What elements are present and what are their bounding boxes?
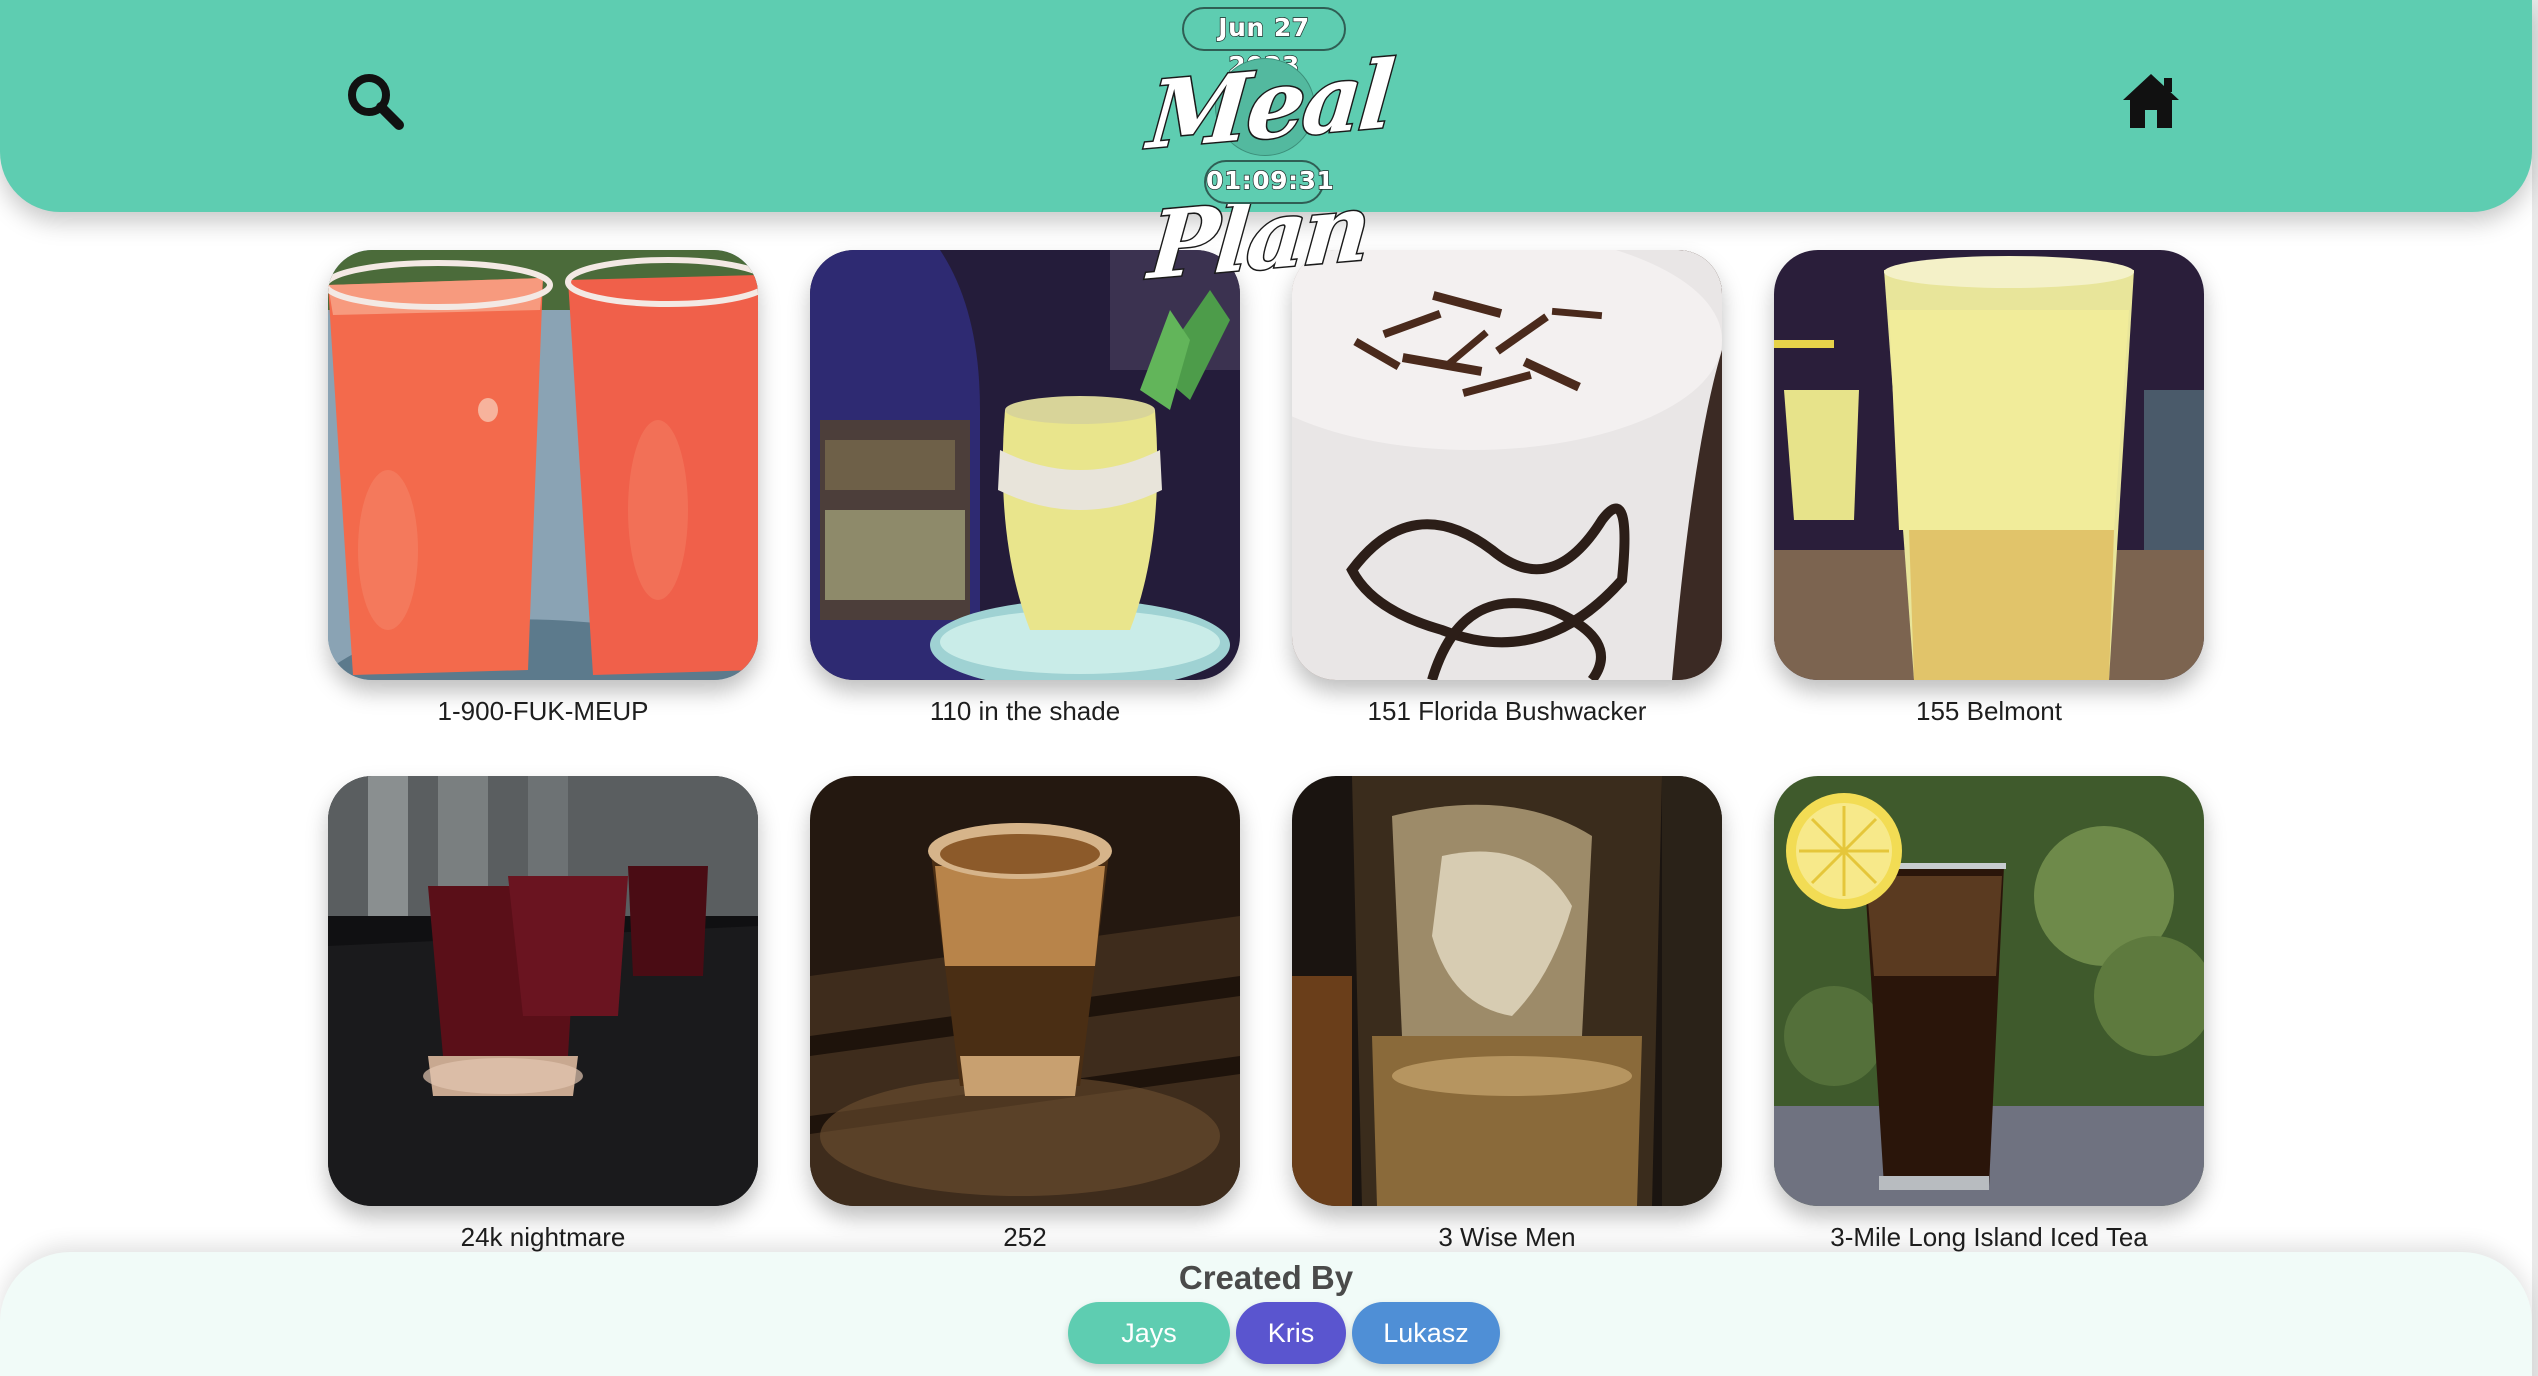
author-button-jays[interactable]: Jays xyxy=(1068,1302,1230,1364)
scrollbar[interactable] xyxy=(2532,0,2538,1376)
drink-name[interactable]: 3 Wise Men xyxy=(1292,1220,1722,1254)
drink-card[interactable]: 3-Mile Long Island Iced Tea xyxy=(1774,776,2204,1254)
drink-card[interactable]: 3 Wise Men xyxy=(1292,776,1722,1254)
author-button-lukasz[interactable]: Lukasz xyxy=(1352,1302,1500,1364)
drink-card[interactable]: 151 Florida Bushwacker xyxy=(1292,250,1722,728)
drink-name[interactable]: 3-Mile Long Island Iced Tea xyxy=(1774,1220,2204,1254)
drink-photo xyxy=(1292,250,1722,680)
drink-photo xyxy=(1292,776,1722,1206)
drink-card[interactable]: 110 in the shade xyxy=(810,250,1240,728)
drink-name[interactable]: 24k nightmare xyxy=(328,1220,758,1254)
drink-image[interactable] xyxy=(1774,250,2204,680)
drink-image[interactable] xyxy=(1292,776,1722,1206)
home-button[interactable] xyxy=(2116,66,2186,136)
drink-name[interactable]: 110 in the shade xyxy=(810,694,1240,728)
drink-photo xyxy=(810,776,1240,1206)
drink-image[interactable] xyxy=(328,776,758,1206)
author-button-kris[interactable]: Kris xyxy=(1236,1302,1346,1364)
drink-photo xyxy=(328,250,758,680)
search-button[interactable] xyxy=(340,66,410,136)
drink-name[interactable]: 155 Belmont xyxy=(1774,694,2204,728)
footer-title: Created By xyxy=(1178,1259,1354,1296)
header-bar: Jun 27 2023 Meal Plan 01:09:31 xyxy=(0,0,2532,302)
drink-photo xyxy=(1774,776,2204,1206)
drink-image[interactable] xyxy=(1774,776,2204,1206)
drink-name[interactable]: 151 Florida Bushwacker xyxy=(1292,694,1722,728)
drink-name[interactable]: 252 xyxy=(810,1220,1240,1254)
drink-grid: 1-900-FUK-MEUP 110 in the shade 151 Flor… xyxy=(328,250,2208,1254)
drink-photo xyxy=(328,776,758,1206)
drink-card[interactable]: 252 xyxy=(810,776,1240,1254)
search-icon xyxy=(348,74,404,130)
page: Jun 27 2023 Meal Plan 01:09:31 xyxy=(0,0,2538,1376)
time-badge: 01:09:31 xyxy=(1204,160,1335,204)
drink-photo xyxy=(1774,250,2204,680)
drink-image[interactable] xyxy=(810,776,1240,1206)
drink-image[interactable] xyxy=(810,250,1240,680)
drink-card[interactable]: 1-900-FUK-MEUP xyxy=(328,250,758,728)
drink-photo xyxy=(810,250,1240,680)
home-icon xyxy=(2123,74,2179,128)
author-list: Jays Kris Lukasz xyxy=(1068,1302,1500,1364)
drink-image[interactable] xyxy=(328,250,758,680)
drink-image[interactable] xyxy=(1292,250,1722,680)
drink-card[interactable]: 155 Belmont xyxy=(1774,250,2204,728)
drink-card[interactable]: 24k nightmare xyxy=(328,776,758,1254)
drink-name[interactable]: 1-900-FUK-MEUP xyxy=(328,694,758,728)
